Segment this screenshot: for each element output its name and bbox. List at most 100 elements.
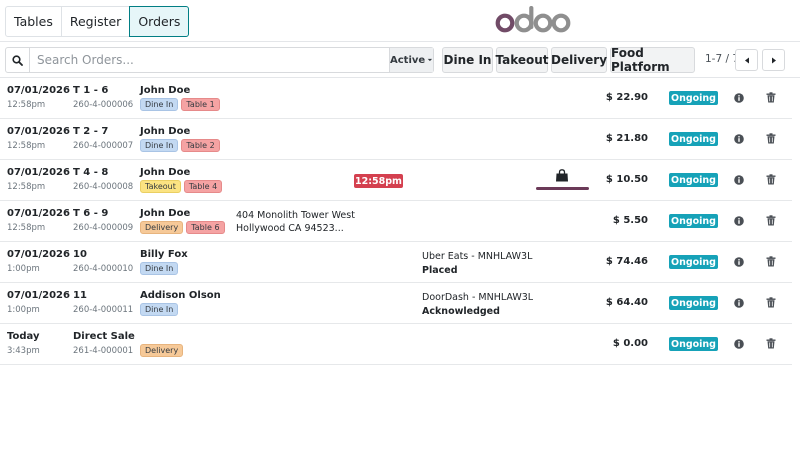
order-total: $ 74.46: [605, 256, 648, 267]
order-date: Today: [7, 331, 40, 342]
status-badge: Ongoing: [669, 337, 718, 351]
top-bar: Tables Register Orders: [0, 0, 800, 42]
order-date: 07/01/2026: [7, 208, 70, 219]
order-tags: Delivery Table 6: [140, 221, 225, 234]
trash-icon[interactable]: [766, 174, 776, 185]
active-filter-dropdown[interactable]: Active: [389, 48, 433, 72]
order-tags: Takeout Table 4: [140, 180, 223, 193]
order-table: T 6 - 9: [73, 208, 109, 219]
search-input[interactable]: [30, 49, 389, 71]
order-row[interactable]: 07/01/2026 12:58pm T 1 - 6 260-4-000006 …: [0, 78, 792, 119]
trash-icon[interactable]: [766, 297, 776, 308]
order-time: 12:58pm: [7, 100, 46, 110]
order-customer: Billy Fox: [140, 249, 188, 260]
info-icon[interactable]: [734, 215, 744, 226]
order-time: 12:58pm: [7, 182, 46, 192]
order-tag-table: Table 2: [181, 139, 220, 152]
pager-next-button[interactable]: [762, 49, 785, 71]
order-tags: Dine In Table 1: [140, 98, 220, 111]
odoo-logo-mark: [495, 5, 571, 33]
nav-tab-register[interactable]: Register: [61, 6, 131, 37]
order-tag-dinein: Dine In: [140, 98, 179, 111]
status-badge: Ongoing: [669, 173, 718, 187]
order-reference: 261-4-000001: [73, 346, 134, 356]
order-customer: John Doe: [140, 208, 191, 219]
order-date: 07/01/2026: [7, 126, 70, 137]
order-time: 3:43pm: [7, 346, 40, 356]
trash-icon[interactable]: [766, 92, 776, 103]
order-reference: 260-4-000010: [73, 264, 134, 274]
preparation-progress-bar: [536, 187, 589, 190]
order-row[interactable]: 07/01/2026 12:58pm T 4 - 8 260-4-000008 …: [0, 160, 792, 201]
delivery-address-line1: 404 Monolith Tower West: [236, 210, 355, 221]
order-tag-table: Table 1: [181, 98, 220, 111]
status-badge: Ongoing: [669, 132, 718, 146]
order-tag-delivery: Delivery: [140, 344, 184, 357]
order-total: $ 0.00: [612, 338, 648, 349]
late-timer-badge: 12:58pm: [354, 174, 403, 188]
chevron-left-icon: [744, 57, 749, 63]
order-tags: Dine In Table 2: [140, 139, 220, 152]
order-date: 07/01/2026: [7, 85, 70, 96]
order-table: Direct Sale: [73, 331, 135, 342]
order-time: 1:00pm: [7, 264, 40, 274]
order-total: $ 21.80: [605, 133, 648, 144]
filter-dine-in-button[interactable]: Dine In: [442, 47, 493, 73]
search-box: Active: [5, 47, 434, 73]
pager-value: 1-7 / 7: [705, 53, 740, 65]
order-time: 12:58pm: [7, 141, 46, 151]
nav-tab-tables[interactable]: Tables: [5, 6, 62, 37]
order-row[interactable]: 07/01/2026 1:00pm 11 260-4-000011 Addiso…: [0, 283, 792, 324]
status-badge: Ongoing: [669, 255, 718, 269]
filter-food-platform-button[interactable]: Food Platform: [610, 46, 695, 74]
order-tags: Dine In: [140, 303, 179, 316]
info-icon[interactable]: [734, 297, 744, 308]
chevron-right-icon: [771, 57, 776, 63]
food-platform-status: Acknowledged: [422, 306, 500, 317]
order-tag-dinein: Dine In: [140, 303, 179, 316]
order-tags: Dine In: [140, 262, 179, 275]
order-time: 1:00pm: [7, 305, 40, 315]
order-total: $ 5.50: [612, 215, 648, 226]
info-icon[interactable]: [734, 133, 744, 144]
trash-icon[interactable]: [766, 256, 776, 267]
order-customer: John Doe: [140, 167, 191, 178]
orders-control-bar: Active Dine In Takeout Delivery Food Pla…: [0, 42, 800, 78]
search-icon[interactable]: [6, 48, 30, 72]
odoo-logo: [495, 5, 571, 37]
filter-takeout-button[interactable]: Takeout: [495, 47, 549, 73]
order-tag-table: Table 6: [186, 221, 225, 234]
order-date: 07/01/2026: [7, 290, 70, 301]
order-reference: 260-4-000009: [73, 223, 134, 233]
info-icon[interactable]: [734, 256, 744, 267]
order-tag-takeout: Takeout: [140, 180, 181, 193]
food-platform-name: Uber Eats - MNHLAW3L: [422, 251, 533, 262]
order-customer: John Doe: [140, 126, 191, 137]
order-customer: John Doe: [140, 85, 191, 96]
order-row[interactable]: Today 3:43pm Direct Sale 261-4-000001 De…: [0, 324, 792, 365]
order-reference: 260-4-000006: [73, 100, 134, 110]
order-table: T 2 - 7: [73, 126, 109, 137]
status-badge: Ongoing: [669, 214, 718, 228]
pager-previous-button[interactable]: [735, 49, 758, 71]
info-icon[interactable]: [734, 174, 744, 185]
order-tag-delivery: Delivery: [140, 221, 184, 234]
info-icon[interactable]: [734, 92, 744, 103]
nav-tab-orders[interactable]: Orders: [129, 6, 190, 37]
trash-icon[interactable]: [766, 215, 776, 226]
order-customer: Addison Olson: [140, 290, 221, 301]
order-tags: Delivery: [140, 344, 184, 357]
order-row[interactable]: 07/01/2026 1:00pm 10 260-4-000010 Billy …: [0, 242, 792, 283]
order-total: $ 10.50: [605, 174, 648, 185]
order-tag-dinein: Dine In: [140, 262, 179, 275]
trash-icon[interactable]: [766, 133, 776, 144]
order-row[interactable]: 07/01/2026 12:58pm T 2 - 7 260-4-000007 …: [0, 119, 792, 160]
order-row[interactable]: 07/01/2026 12:58pm T 6 - 9 260-4-000009 …: [0, 201, 792, 242]
main-navigation: Tables Register Orders: [5, 6, 190, 37]
order-date: 07/01/2026: [7, 249, 70, 260]
info-icon[interactable]: [734, 338, 744, 349]
order-time: 12:58pm: [7, 223, 46, 233]
filter-delivery-button[interactable]: Delivery: [551, 47, 607, 73]
trash-icon[interactable]: [766, 338, 776, 349]
order-reference: 260-4-000007: [73, 141, 134, 151]
